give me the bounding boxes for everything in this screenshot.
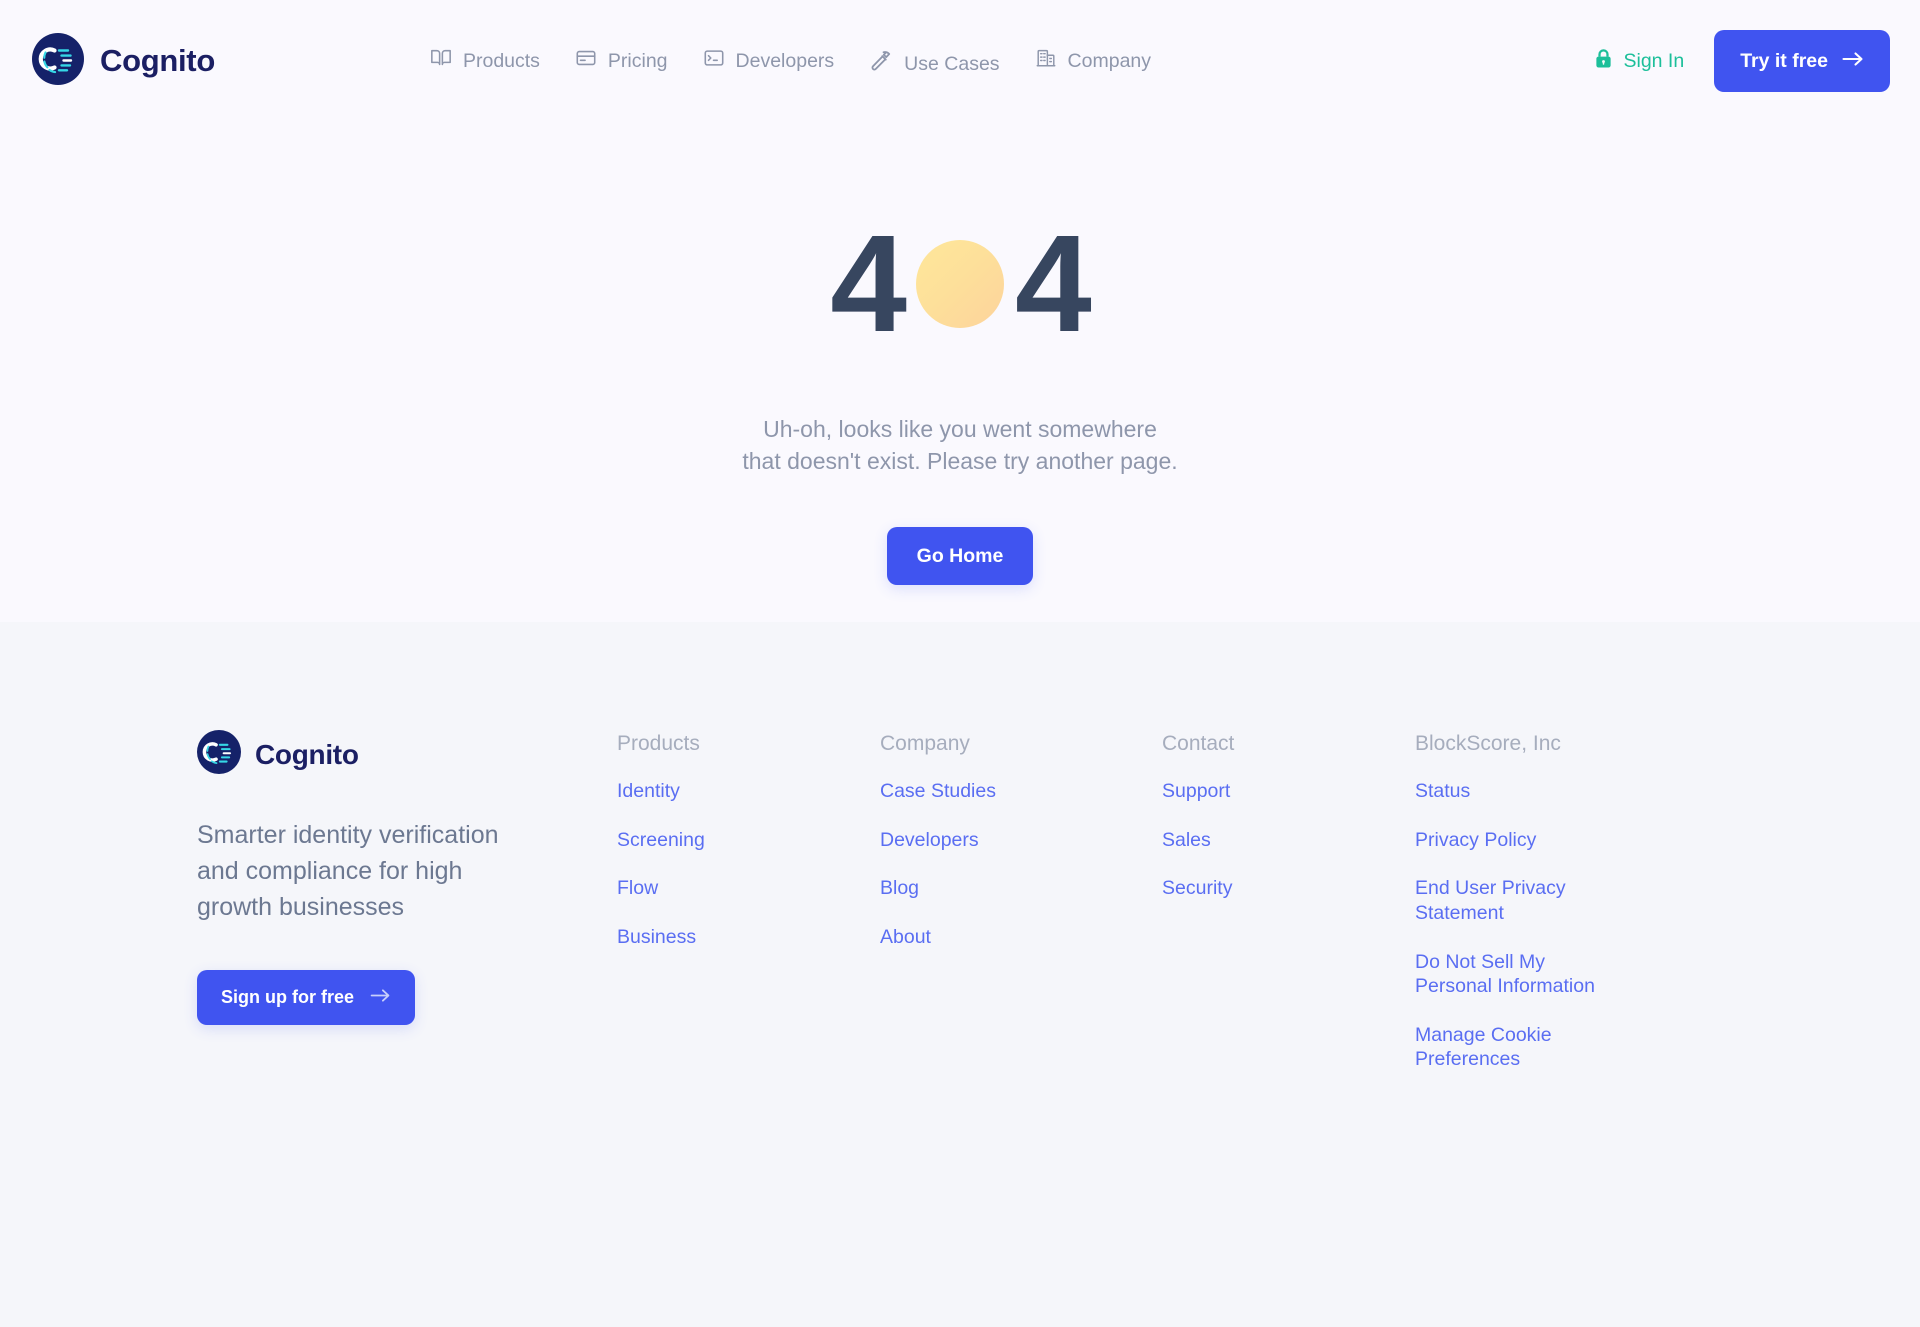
footer-link-screening[interactable]: Screening: [617, 828, 832, 853]
go-home-button[interactable]: Go Home: [886, 527, 1034, 586]
footer-column-heading: Company: [880, 732, 970, 755]
main-nav: Products Pricing Developers Use Cases Co…: [430, 43, 1151, 79]
footer-link-sales[interactable]: Sales: [1162, 828, 1377, 853]
nav-item-label: Use Cases: [904, 52, 1000, 75]
cognito-circle-logo-icon: [197, 730, 241, 779]
footer-link-identity[interactable]: Identity: [617, 779, 832, 804]
footer-link-privacy-policy[interactable]: Privacy Policy: [1415, 828, 1630, 853]
try-it-free-label: Try it free: [1740, 49, 1828, 72]
header-actions: Sign In Try it free: [1594, 30, 1890, 92]
sign-up-for-free-button[interactable]: Sign up for free: [197, 970, 416, 1025]
arrow-right-icon: [1842, 50, 1864, 73]
cognito-circle-logo-icon: [32, 32, 84, 90]
error-code: 4 4: [830, 215, 1091, 353]
footer-column-heading: BlockScore, Inc: [1415, 732, 1561, 755]
footer-content: Cognito Smarter identity verification an…: [0, 730, 1920, 1096]
footer-brand-column: Cognito Smarter identity verification an…: [197, 730, 617, 1096]
book-icon: [430, 47, 452, 75]
nav-item-pricing[interactable]: Pricing: [575, 47, 668, 75]
credit-card-icon: [575, 47, 597, 75]
hammer-icon: [869, 49, 893, 79]
footer-link-about[interactable]: About: [880, 925, 1095, 950]
sign-in-link[interactable]: Sign In: [1594, 48, 1684, 75]
footer-column-heading: Products: [617, 732, 700, 755]
footer-brand-link[interactable]: Cognito: [197, 730, 617, 779]
footer-column-company: Company Case Studies Developers Blog Abo…: [880, 730, 1162, 1096]
footer-link-security[interactable]: Security: [1162, 876, 1377, 901]
terminal-icon: [703, 47, 725, 75]
footer-link-do-not-sell[interactable]: Do Not Sell My Personal Information: [1415, 950, 1620, 999]
error-message-line-1: Uh-oh, looks like you went somewhere: [763, 416, 1157, 442]
footer-link-status[interactable]: Status: [1415, 779, 1630, 804]
error-message: Uh-oh, looks like you went somewhere tha…: [742, 414, 1177, 477]
arrow-right-icon: [370, 987, 391, 1008]
footer-column-heading: Contact: [1162, 732, 1235, 755]
nav-item-use-cases[interactable]: Use Cases: [869, 49, 1000, 79]
site-header: Cognito Products Pricing Developers Use …: [0, 0, 1920, 122]
sign-up-label: Sign up for free: [221, 987, 355, 1007]
nav-item-company[interactable]: Company: [1035, 47, 1151, 75]
nav-item-label: Developers: [735, 49, 835, 72]
nav-item-developers[interactable]: Developers: [703, 47, 835, 75]
footer-link-case-studies[interactable]: Case Studies: [880, 779, 1095, 804]
try-it-free-button[interactable]: Try it free: [1714, 30, 1890, 92]
footer-tagline: Smarter identity verification and compli…: [197, 821, 499, 921]
nav-item-label: Company: [1067, 49, 1152, 72]
footer-link-manage-cookie-preferences[interactable]: Manage Cookie Preferences: [1415, 1023, 1620, 1072]
footer-column-products: Products Identity Screening Flow Busines…: [617, 730, 880, 1096]
sign-in-label: Sign In: [1623, 49, 1685, 72]
error-digit-left: 4: [830, 207, 907, 361]
footer-link-support[interactable]: Support: [1162, 779, 1377, 804]
yellow-circle-zero-icon: [916, 240, 1004, 328]
brand-name: Cognito: [100, 43, 215, 78]
nav-item-label: Products: [462, 49, 540, 72]
footer-column-blockscore: BlockScore, Inc Status Privacy Policy En…: [1415, 730, 1665, 1096]
site-footer: Cognito Smarter identity verification an…: [0, 622, 1920, 1327]
footer-link-business[interactable]: Business: [617, 925, 832, 950]
footer-brand-name: Cognito: [255, 738, 359, 770]
brand-logo-link[interactable]: Cognito: [32, 32, 215, 90]
nav-item-products[interactable]: Products: [430, 47, 540, 75]
office-building-icon: [1035, 47, 1057, 75]
nav-item-label: Pricing: [607, 49, 668, 72]
error-hero: 4 4 Uh-oh, looks like you went somewhere…: [0, 122, 1920, 622]
lock-icon: [1594, 48, 1613, 75]
footer-column-contact: Contact Support Sales Security: [1162, 730, 1415, 1096]
error-digit-right: 4: [1015, 207, 1092, 361]
footer-link-blog[interactable]: Blog: [880, 876, 1095, 901]
footer-link-flow[interactable]: Flow: [617, 876, 832, 901]
footer-link-end-user-privacy-statement[interactable]: End User Privacy Statement: [1415, 876, 1620, 925]
footer-link-developers[interactable]: Developers: [880, 828, 1095, 853]
error-message-line-2: that doesn't exist. Please try another p…: [742, 447, 1178, 474]
